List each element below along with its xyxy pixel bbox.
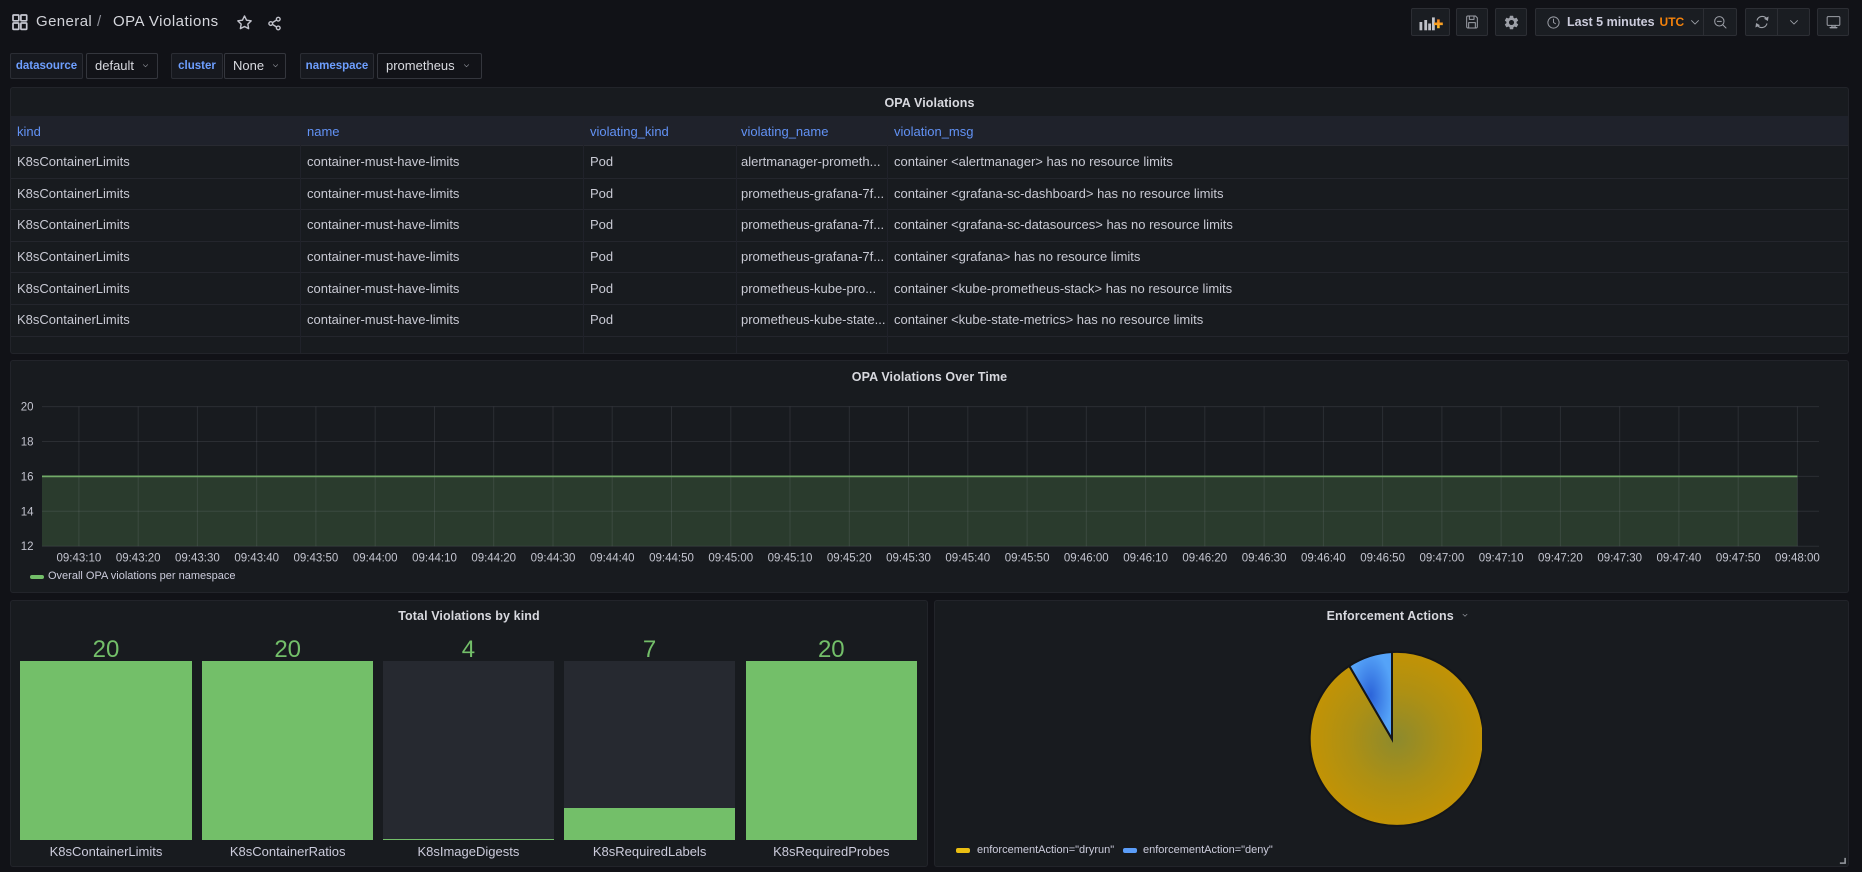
svg-text:09:47:10: 09:47:10: [1479, 553, 1524, 565]
svg-text:09:47:50: 09:47:50: [1716, 553, 1761, 565]
svg-text:09:45:50: 09:45:50: [1005, 553, 1050, 565]
svg-text:09:45:10: 09:45:10: [768, 553, 813, 565]
svg-text:09:48:00: 09:48:00: [1775, 553, 1820, 565]
svg-text:09:45:20: 09:45:20: [827, 553, 872, 565]
svg-text:09:46:20: 09:46:20: [1182, 553, 1227, 565]
svg-text:09:46:00: 09:46:00: [1064, 553, 1109, 565]
svg-text:09:46:10: 09:46:10: [1123, 553, 1168, 565]
svg-text:09:43:40: 09:43:40: [234, 553, 279, 565]
svg-text:09:43:50: 09:43:50: [294, 553, 339, 565]
svg-text:09:45:30: 09:45:30: [886, 553, 931, 565]
svg-text:09:44:50: 09:44:50: [649, 553, 694, 565]
svg-text:09:44:40: 09:44:40: [590, 553, 635, 565]
svg-text:18: 18: [21, 437, 34, 449]
svg-text:09:47:00: 09:47:00: [1420, 553, 1465, 565]
svg-text:12: 12: [21, 541, 34, 553]
svg-text:09:43:30: 09:43:30: [175, 553, 220, 565]
svg-text:09:47:30: 09:47:30: [1597, 553, 1642, 565]
svg-text:20: 20: [21, 402, 34, 414]
svg-text:09:46:50: 09:46:50: [1360, 553, 1405, 565]
svg-text:09:47:20: 09:47:20: [1538, 553, 1583, 565]
svg-text:09:44:00: 09:44:00: [353, 553, 398, 565]
svg-text:09:43:10: 09:43:10: [57, 553, 102, 565]
svg-text:09:44:30: 09:44:30: [531, 553, 576, 565]
svg-text:09:45:00: 09:45:00: [708, 553, 753, 565]
svg-text:09:44:20: 09:44:20: [471, 553, 516, 565]
svg-text:16: 16: [21, 471, 34, 483]
svg-text:09:47:40: 09:47:40: [1657, 553, 1702, 565]
svg-text:09:44:10: 09:44:10: [412, 553, 457, 565]
svg-text:09:45:40: 09:45:40: [945, 553, 990, 565]
svg-text:09:46:40: 09:46:40: [1301, 553, 1346, 565]
svg-text:14: 14: [21, 506, 34, 518]
svg-text:09:43:20: 09:43:20: [116, 553, 161, 565]
svg-text:09:46:30: 09:46:30: [1242, 553, 1287, 565]
